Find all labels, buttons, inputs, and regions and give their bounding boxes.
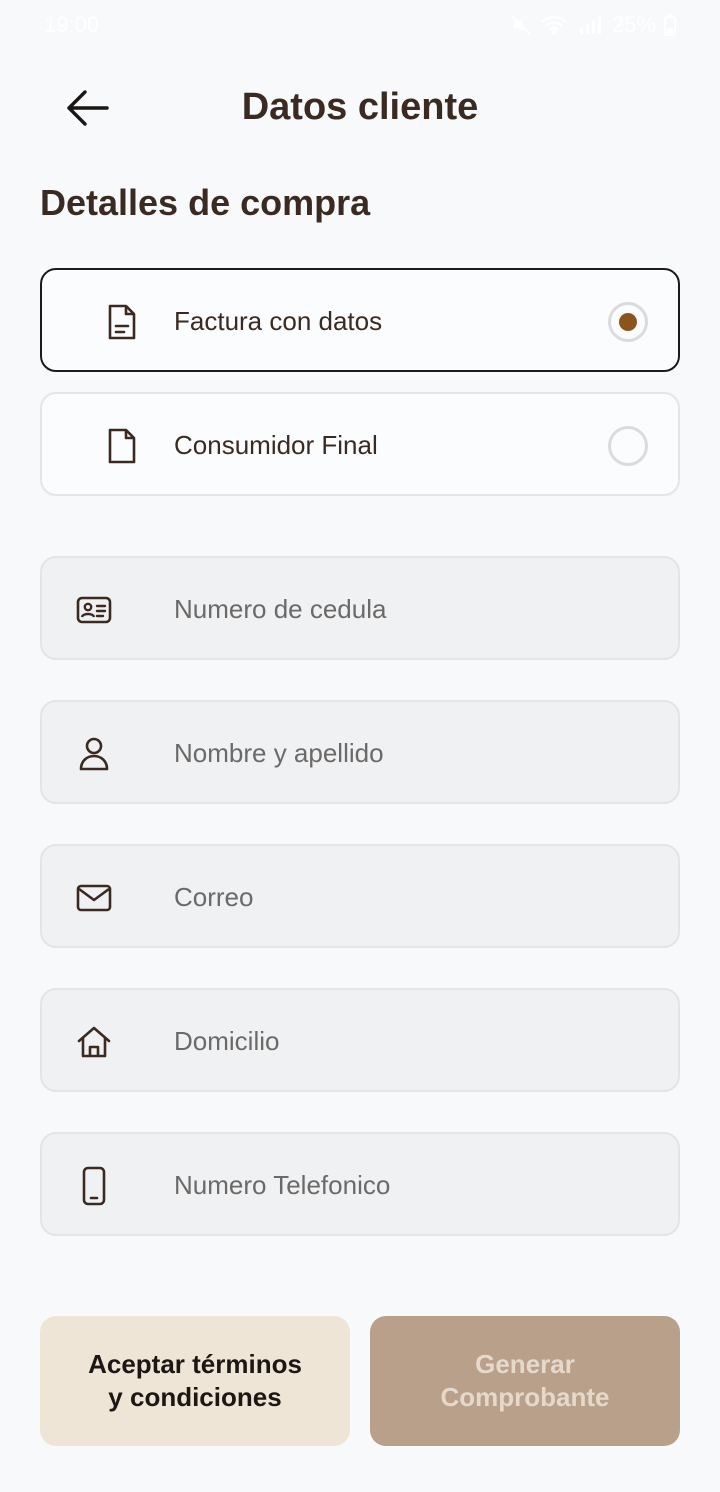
telefono-input[interactable] bbox=[174, 1162, 654, 1208]
status-bar: 19:00 25% bbox=[0, 0, 720, 50]
page-title: Datos cliente bbox=[241, 86, 479, 128]
option-consumidor-final[interactable]: Consumidor Final bbox=[40, 392, 680, 496]
battery-icon bbox=[664, 14, 676, 36]
nombre-field bbox=[40, 700, 680, 804]
status-icons: 25% bbox=[510, 12, 676, 38]
radio-button-selected[interactable] bbox=[608, 302, 648, 342]
option-label: Consumidor Final bbox=[174, 430, 378, 460]
battery-percent: 25% bbox=[611, 12, 656, 37]
radio-dot bbox=[619, 313, 637, 331]
generate-label-line1: Generar bbox=[475, 1349, 575, 1379]
id-card-icon bbox=[74, 590, 114, 630]
domicilio-input[interactable] bbox=[174, 1018, 654, 1064]
phone-icon bbox=[74, 1166, 114, 1206]
option-factura-con-datos[interactable]: Factura con datos bbox=[40, 268, 680, 372]
user-icon bbox=[74, 734, 114, 774]
top-bar: Datos cliente bbox=[0, 70, 720, 150]
accept-terms-button[interactable]: Aceptar términos y condiciones bbox=[40, 1316, 350, 1446]
cedula-field bbox=[40, 556, 680, 660]
document-lines-icon bbox=[108, 304, 136, 340]
mute-icon bbox=[511, 15, 531, 35]
nombre-input[interactable] bbox=[174, 730, 654, 776]
home-icon bbox=[74, 1022, 114, 1062]
generate-receipt-button[interactable]: Generar Comprobante bbox=[370, 1316, 680, 1446]
mail-icon bbox=[74, 878, 114, 918]
wifi-icon bbox=[541, 15, 567, 35]
accept-terms-label-line2: y condiciones bbox=[108, 1382, 282, 1412]
radio-button[interactable] bbox=[608, 426, 648, 466]
section-title: Detalles de compra bbox=[40, 182, 371, 223]
generate-label-line2: Comprobante bbox=[440, 1382, 610, 1412]
accept-terms-label-line1: Aceptar términos bbox=[88, 1349, 302, 1379]
signal-icon bbox=[579, 16, 601, 34]
correo-field bbox=[40, 844, 680, 948]
status-time: 19:00 bbox=[44, 12, 100, 37]
option-label: Factura con datos bbox=[174, 306, 383, 336]
domicilio-field bbox=[40, 988, 680, 1092]
document-icon bbox=[108, 428, 136, 464]
telefono-field bbox=[40, 1132, 680, 1236]
cedula-input[interactable] bbox=[174, 586, 654, 632]
correo-input[interactable] bbox=[174, 874, 654, 920]
